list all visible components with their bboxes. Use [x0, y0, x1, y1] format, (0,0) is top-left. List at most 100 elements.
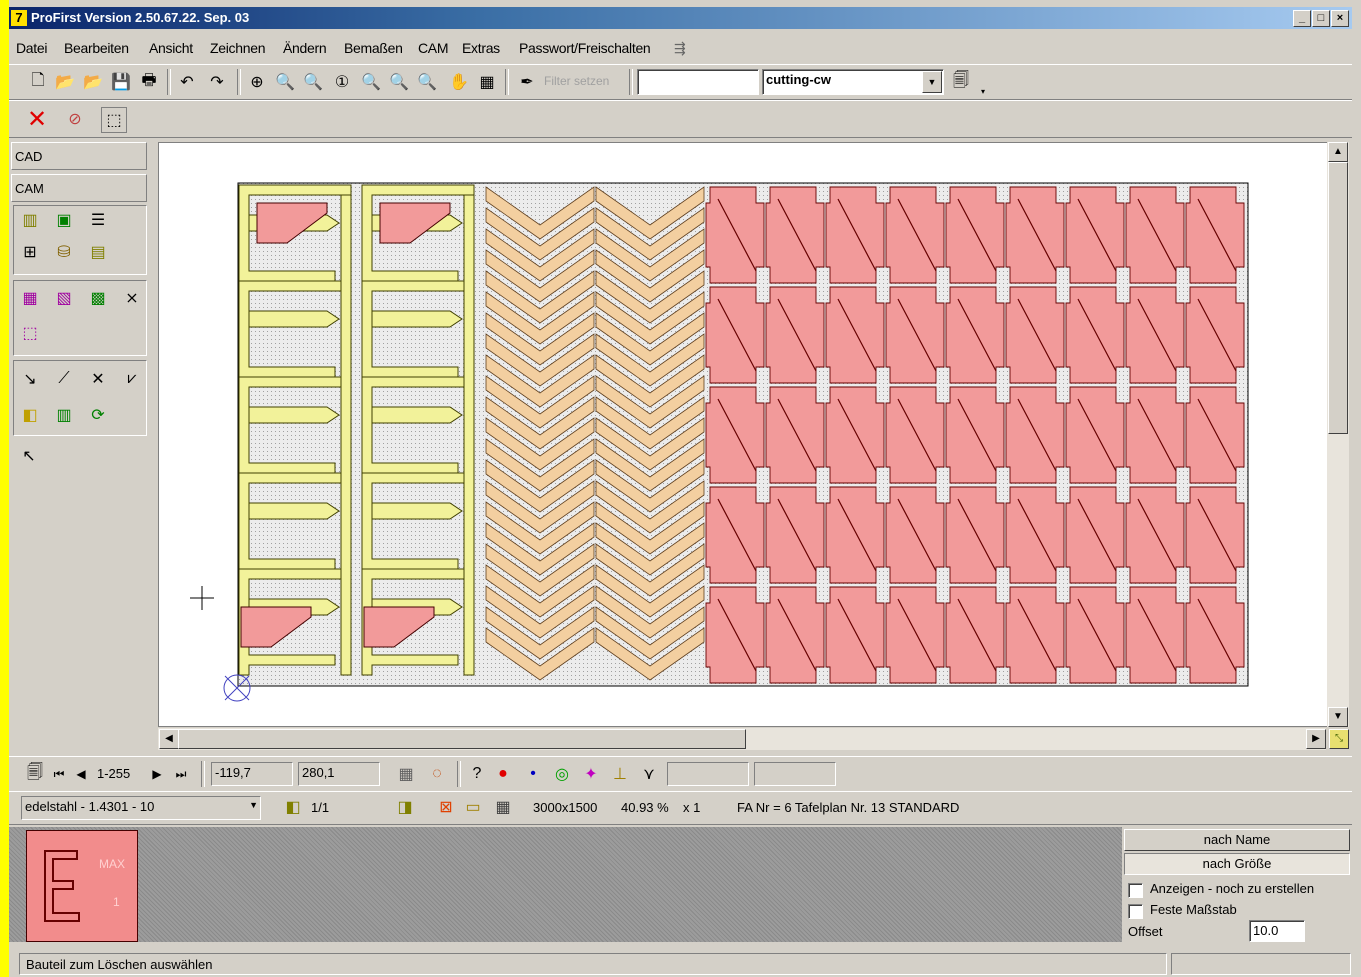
- next-page-icon[interactable]: ▶: [145, 762, 169, 786]
- menu-zeichnen[interactable]: Zeichnen: [210, 40, 266, 56]
- maximize-button[interactable]: □: [1312, 10, 1330, 27]
- sheet-icon[interactable]: ▣: [52, 208, 76, 232]
- snap-grid-icon[interactable]: ▦: [394, 762, 418, 786]
- pointer-tool-icon[interactable]: ↖: [17, 444, 41, 468]
- first-page-icon[interactable]: ⏮: [47, 762, 71, 786]
- redo-icon[interactable]: ↷: [205, 70, 229, 94]
- part-icon[interactable]: ⊞: [18, 240, 42, 264]
- menu-cam[interactable]: CAM: [418, 40, 449, 56]
- drawing-canvas[interactable]: [158, 142, 1328, 727]
- material-select[interactable]: edelstahl - 1.4301 - 10 ▼: [21, 796, 261, 820]
- snap-nearest-icon[interactable]: ⋎: [637, 762, 661, 786]
- sheet-grid-icon[interactable]: ▦: [491, 795, 515, 819]
- bridge-icon[interactable]: ⩗: [120, 367, 144, 391]
- filter-button[interactable]: Filter setzen: [544, 74, 609, 88]
- scroll-left-icon[interactable]: ◀: [159, 729, 179, 749]
- print-icon[interactable]: 🖶: [137, 70, 161, 94]
- delete-icon[interactable]: ✕: [25, 106, 49, 133]
- part-thumbnail[interactable]: MAX 1: [26, 830, 138, 942]
- zoom-all-icon[interactable]: ⊕: [245, 70, 269, 94]
- sort-icon[interactable]: ▥: [52, 403, 76, 427]
- show-remaining-checkbox[interactable]: [1128, 883, 1143, 898]
- pan-hand-icon[interactable]: ✋: [447, 70, 471, 94]
- menu-ansicht[interactable]: Ansicht: [149, 40, 193, 56]
- menu-bearbeiten[interactable]: Bearbeiten: [64, 40, 129, 56]
- page-range: 1-255: [97, 766, 131, 781]
- zoom-window-icon[interactable]: 🔍: [359, 70, 383, 94]
- snap-perpendicular-icon[interactable]: ⊥: [608, 762, 632, 786]
- minimize-button[interactable]: _: [1293, 10, 1311, 27]
- snap-center-icon[interactable]: ◎: [550, 762, 574, 786]
- menu-passwort[interactable]: Passwort/Freischalten: [519, 40, 651, 56]
- filter-input[interactable]: [637, 69, 759, 95]
- previous-sheet-icon[interactable]: ◧: [281, 795, 305, 819]
- vertical-scroll-thumb[interactable]: [1328, 162, 1348, 434]
- fixed-scale-checkbox[interactable]: [1128, 904, 1143, 919]
- filter-pipette-icon[interactable]: ✒: [515, 70, 539, 94]
- lead-in-icon[interactable]: ↘: [18, 367, 42, 391]
- layers-icon[interactable]: ▦: [475, 70, 499, 94]
- common-cut-icon[interactable]: ✕: [86, 367, 110, 391]
- layer-select[interactable]: cutting-cw ▼: [762, 69, 944, 95]
- menu-datei[interactable]: Datei: [16, 40, 47, 56]
- sheets-icon[interactable]: 🗐: [23, 762, 47, 786]
- close-button[interactable]: ×: [1331, 10, 1349, 27]
- zoom-extents-icon[interactable]: 🔍: [415, 70, 439, 94]
- horizontal-scrollbar[interactable]: ◀ ▶: [158, 728, 1326, 750]
- list-icon[interactable]: ☰: [86, 208, 110, 232]
- sort-by-size-button[interactable]: nach Größe: [1124, 853, 1350, 875]
- zoom-out-icon[interactable]: 🔍: [301, 70, 325, 94]
- next-sheet-icon[interactable]: ◨: [393, 795, 417, 819]
- sequence-icon[interactable]: ◧: [18, 403, 42, 427]
- matrix-icon[interactable]: ▩: [86, 286, 110, 310]
- zoom-corner-icon[interactable]: ⤡: [1329, 729, 1349, 749]
- menu-bemassen[interactable]: Bemaßen: [344, 40, 403, 56]
- scroll-down-icon[interactable]: ▼: [1328, 707, 1348, 727]
- snap-midpoint-icon[interactable]: •: [521, 762, 545, 786]
- menu-aendern[interactable]: Ändern: [283, 40, 327, 56]
- toolbar-separator: [629, 69, 633, 95]
- nest-icon[interactable]: ▥: [18, 208, 42, 232]
- vertical-scrollbar[interactable]: ▲ ▼: [1327, 142, 1349, 727]
- previous-page-icon[interactable]: ◀: [69, 762, 93, 786]
- offset-input[interactable]: 10.0: [1249, 920, 1305, 942]
- menu-overflow-icon[interactable]: ⇶: [674, 40, 686, 57]
- snap-intersection-icon[interactable]: ✦: [579, 762, 603, 786]
- open-recent-icon[interactable]: 📂: [81, 70, 105, 94]
- database-icon[interactable]: ⛁: [52, 240, 76, 264]
- sort-by-name-button[interactable]: nach Name: [1124, 829, 1350, 851]
- scroll-up-icon[interactable]: ▲: [1328, 142, 1348, 162]
- horizontal-scroll-thumb[interactable]: [178, 729, 746, 749]
- snap-circle-icon[interactable]: ◌: [425, 762, 449, 786]
- cam-tab[interactable]: CAM: [11, 174, 147, 202]
- remove-sheet-icon[interactable]: ⊠: [434, 795, 458, 819]
- scroll-right-icon[interactable]: ▶: [1306, 729, 1326, 749]
- open-folder-icon[interactable]: 📂: [53, 70, 77, 94]
- dropdown-arrow-icon[interactable]: ▾: [981, 87, 985, 96]
- zoom-in-icon[interactable]: 🔍: [273, 70, 297, 94]
- snap-query-icon[interactable]: ?: [465, 762, 489, 786]
- microjoint-icon[interactable]: ⟋: [52, 367, 76, 391]
- grid-part-icon[interactable]: ▦: [18, 286, 42, 310]
- undo-icon[interactable]: ↶: [175, 70, 199, 94]
- snap-endpoint-icon[interactable]: ●: [491, 762, 515, 786]
- cad-tab[interactable]: CAD: [11, 142, 147, 170]
- yellow-part-tab: [371, 502, 463, 520]
- last-page-icon[interactable]: ⏭: [169, 762, 193, 786]
- new-file-icon[interactable]: 🗋: [26, 70, 50, 94]
- chevron-down-icon[interactable]: ▼: [249, 800, 258, 810]
- refresh-icon[interactable]: ⟳: [86, 403, 110, 427]
- copy-layer-icon[interactable]: 🗐: [949, 70, 973, 94]
- zoom-previous-icon[interactable]: 🔍: [387, 70, 411, 94]
- menu-extras[interactable]: Extras: [462, 40, 500, 56]
- cut-order-icon[interactable]: ▧: [52, 286, 76, 310]
- move-part-icon[interactable]: ⬚: [18, 321, 42, 345]
- zoom-1-icon[interactable]: ①: [330, 70, 354, 94]
- chevron-down-icon[interactable]: ▼: [922, 71, 942, 93]
- cross-icon[interactable]: ⨯: [120, 286, 144, 310]
- delete-sheet-icon[interactable]: ⬚: [101, 107, 127, 133]
- sheet-properties-icon[interactable]: ▭: [461, 795, 485, 819]
- delete-part-icon[interactable]: ⊘: [63, 107, 87, 131]
- auto-nest-icon[interactable]: ▤: [86, 240, 110, 264]
- save-icon[interactable]: 💾: [109, 70, 133, 94]
